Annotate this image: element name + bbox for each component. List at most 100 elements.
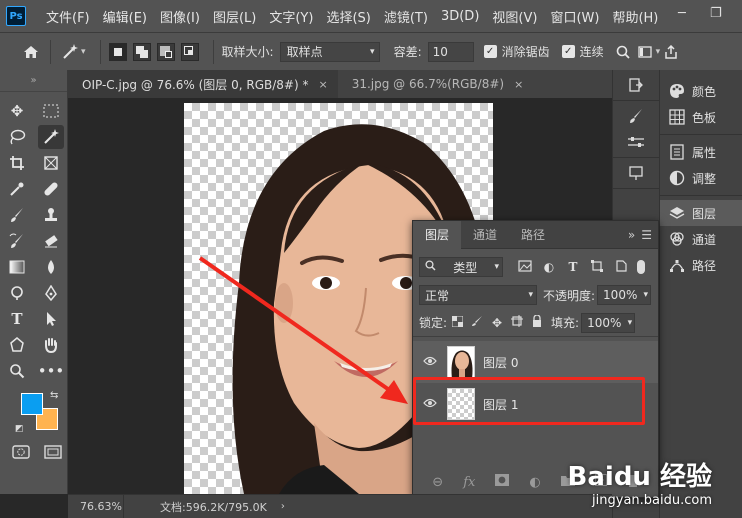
- lock-artboard-icon[interactable]: [507, 315, 527, 330]
- shape-filter-icon[interactable]: [585, 259, 609, 275]
- adjustment-filter-icon[interactable]: ◐: [537, 260, 561, 274]
- blur-tool-icon[interactable]: [34, 254, 68, 280]
- eraser-tool-icon[interactable]: [34, 228, 68, 254]
- default-colors-icon[interactable]: ◩: [15, 424, 24, 434]
- subtract-from-selection-button[interactable]: [156, 42, 175, 61]
- color-panel-button[interactable]: 颜色: [660, 78, 742, 104]
- type-tool-icon[interactable]: T: [0, 306, 34, 332]
- path-selection-tool-icon[interactable]: [34, 306, 68, 332]
- foreground-color-swatch[interactable]: [21, 393, 43, 415]
- layers-icon: [668, 205, 686, 221]
- menu-filter[interactable]: 滤镜(T): [384, 7, 428, 26]
- brush-settings-icon[interactable]: [625, 107, 647, 125]
- tool-presets-icon[interactable]: [625, 164, 647, 182]
- eyedropper-tool-icon[interactable]: [0, 176, 34, 202]
- lasso-tool-icon[interactable]: [0, 124, 34, 150]
- menu-type[interactable]: 文字(Y): [269, 7, 313, 26]
- document-tab[interactable]: 31.jpg @ 66.7%(RGB/8#) ×: [337, 70, 534, 98]
- more-tools-icon[interactable]: •••: [34, 358, 68, 384]
- menu-bar: Ps 文件(F) 编辑(E) 图像(I) 图层(L) 文字(Y) 选择(S) 滤…: [0, 0, 742, 32]
- new-selection-button[interactable]: [108, 42, 127, 61]
- panel-menu-icon[interactable]: ☰: [641, 228, 652, 242]
- menu-help[interactable]: 帮助(H): [612, 7, 658, 26]
- menu-layer[interactable]: 图层(L): [213, 7, 256, 26]
- close-icon[interactable]: ×: [318, 78, 327, 91]
- workspace-icon[interactable]: [634, 41, 656, 63]
- home-icon[interactable]: [20, 41, 42, 63]
- hand-tool-icon[interactable]: [34, 332, 68, 358]
- filter-toggle-switch[interactable]: [637, 260, 645, 274]
- layers-panel-button[interactable]: 图层: [660, 200, 742, 226]
- tool-preset-chevron-icon[interactable]: ▾: [81, 47, 86, 57]
- contiguous-checkbox[interactable]: ✓: [561, 45, 575, 58]
- move-tool-icon[interactable]: ✥: [0, 98, 34, 124]
- tab-paths[interactable]: 路径: [509, 221, 557, 249]
- opacity-input[interactable]: 100% ▾: [597, 285, 652, 305]
- intersect-selection-button[interactable]: [180, 42, 199, 61]
- sample-size-select[interactable]: 取样点 ▾: [279, 41, 380, 62]
- history-brush-tool-icon[interactable]: [0, 228, 34, 254]
- gradient-tool-icon[interactable]: [0, 254, 34, 280]
- blend-mode-select[interactable]: 正常 ▾: [419, 285, 537, 305]
- screen-mode-icon[interactable]: [44, 444, 62, 463]
- lock-transparent-pixels-icon[interactable]: [447, 315, 467, 330]
- menu-view[interactable]: 视图(V): [492, 7, 537, 26]
- add-to-selection-button[interactable]: [132, 42, 151, 61]
- eye-visibility-icon[interactable]: [413, 355, 447, 370]
- healing-brush-tool-icon[interactable]: [34, 176, 68, 202]
- tolerance-input[interactable]: 10: [427, 41, 474, 62]
- close-icon[interactable]: ×: [514, 78, 523, 91]
- status-chevron-icon[interactable]: ›: [281, 501, 285, 512]
- frame-tool-icon[interactable]: [34, 150, 68, 176]
- share-icon[interactable]: [660, 41, 682, 63]
- shape-tool-icon[interactable]: [0, 332, 34, 358]
- lock-image-pixels-icon[interactable]: [467, 315, 487, 330]
- adjust-sliders-icon[interactable]: [625, 133, 647, 151]
- fx-icon[interactable]: fx: [463, 475, 475, 490]
- channels-panel-button[interactable]: 通道: [660, 226, 742, 252]
- layer-filter-select[interactable]: 类型 ▾: [419, 257, 503, 277]
- zoom-level[interactable]: 76.63%: [68, 494, 124, 518]
- paths-panel-button[interactable]: 路径: [660, 252, 742, 278]
- panel-collapse-icon[interactable]: »: [628, 228, 635, 242]
- menu-image[interactable]: 图像(I): [160, 7, 200, 26]
- type-filter-icon[interactable]: T: [561, 260, 585, 274]
- dodge-tool-icon[interactable]: [0, 280, 34, 306]
- lock-all-icon[interactable]: [527, 314, 547, 330]
- menu-window[interactable]: 窗口(W): [550, 7, 599, 26]
- search-icon[interactable]: [612, 41, 634, 63]
- smart-object-filter-icon[interactable]: [609, 259, 633, 275]
- swatches-panel-button[interactable]: 色板: [660, 104, 742, 130]
- pixel-filter-icon[interactable]: [513, 259, 537, 275]
- lock-position-icon[interactable]: ✥: [487, 316, 507, 330]
- magic-wand-tool-icon[interactable]: [59, 41, 81, 63]
- menu-3d[interactable]: 3D(D): [441, 9, 479, 24]
- quick-mask-icon[interactable]: [12, 444, 30, 463]
- adjustment-layer-icon[interactable]: ◐: [529, 475, 540, 490]
- crop-tool-icon[interactable]: [0, 150, 34, 176]
- link-layers-icon[interactable]: ⊖: [432, 475, 443, 490]
- add-mask-icon[interactable]: [495, 474, 510, 490]
- panel-grip-icon[interactable]: »: [0, 70, 67, 92]
- fill-input[interactable]: 100% ▾: [581, 312, 636, 333]
- brush-tool-icon[interactable]: [0, 202, 34, 228]
- marquee-tool-icon[interactable]: [34, 98, 68, 124]
- antialias-checkbox[interactable]: ✓: [483, 45, 497, 58]
- swap-colors-icon[interactable]: ⇆: [50, 390, 58, 401]
- pen-tool-icon[interactable]: [34, 280, 68, 306]
- zoom-tool-icon[interactable]: [0, 358, 34, 384]
- layers-panel-tabs: 图层 通道 路径 » ☰: [413, 220, 658, 249]
- menu-select[interactable]: 选择(S): [326, 7, 370, 26]
- tab-channels[interactable]: 通道: [461, 221, 509, 249]
- restore-button[interactable]: ❐: [710, 6, 722, 21]
- menu-file[interactable]: 文件(F): [46, 7, 90, 26]
- menu-edit[interactable]: 编辑(E): [103, 7, 147, 26]
- magic-wand-tool-icon[interactable]: [38, 125, 64, 149]
- document-tab[interactable]: OIP-C.jpg @ 76.6% (图层 0, RGB/8#) * ×: [68, 70, 338, 98]
- adjustments-panel-button[interactable]: 调整: [660, 165, 742, 191]
- minimize-button[interactable]: ─: [678, 6, 686, 21]
- tab-layers[interactable]: 图层: [413, 220, 462, 249]
- clone-stamp-tool-icon[interactable]: [34, 202, 68, 228]
- properties-panel-button[interactable]: 属性: [660, 139, 742, 165]
- history-panel-icon[interactable]: [625, 76, 647, 94]
